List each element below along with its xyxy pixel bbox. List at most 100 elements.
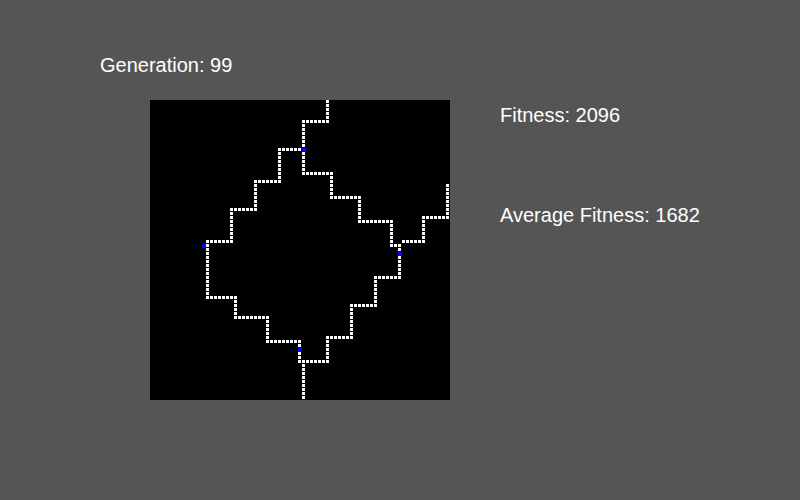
path-cell — [358, 204, 361, 207]
path-cell — [422, 232, 425, 235]
path-cell — [218, 296, 221, 299]
path-cell — [266, 324, 269, 327]
path-cell — [298, 348, 301, 351]
path-cell — [326, 100, 329, 103]
path-cell — [206, 296, 209, 299]
stat-label: Fitness: 2096 — [500, 102, 700, 128]
path-cell — [210, 296, 213, 299]
path-cell — [274, 180, 277, 183]
path-cell — [234, 316, 237, 319]
path-cell — [334, 336, 337, 339]
path-cell — [434, 216, 437, 219]
path-cell — [322, 172, 325, 175]
path-cell — [394, 276, 397, 279]
path-cell — [422, 216, 425, 219]
path-cell — [234, 316, 237, 319]
path-cell — [374, 300, 377, 303]
path-cell — [234, 304, 237, 307]
path-cell — [254, 204, 257, 207]
generation-label: Generation: 99 — [100, 52, 450, 78]
path-cell — [206, 244, 209, 247]
path-cell — [358, 220, 361, 223]
path-cell — [290, 148, 293, 151]
path-cell — [350, 304, 353, 307]
path-cell — [346, 196, 349, 199]
path-cell — [306, 120, 309, 123]
path-cell — [226, 296, 229, 299]
path-cell — [230, 208, 233, 211]
path-cell — [262, 316, 265, 319]
path-cell — [230, 236, 233, 239]
path-cell — [354, 304, 357, 307]
path-cell — [314, 120, 317, 123]
path-cell — [422, 224, 425, 227]
path-cell — [266, 332, 269, 335]
path-cell — [206, 296, 209, 299]
path-cell — [254, 192, 257, 195]
path-cell — [350, 332, 353, 335]
path-cell — [374, 284, 377, 287]
path-cell — [330, 172, 333, 175]
path-cell — [398, 256, 401, 259]
path-cell — [358, 200, 361, 203]
path-cell — [278, 152, 281, 155]
path-cell — [270, 180, 273, 183]
path-cell — [402, 240, 405, 243]
path-cell — [266, 328, 269, 331]
path-cell — [386, 276, 389, 279]
path — [302, 148, 401, 399]
path-cell — [374, 296, 377, 299]
path-cell — [374, 276, 377, 279]
path-cell — [294, 340, 297, 343]
path-cell — [282, 340, 285, 343]
path-cell — [330, 180, 333, 183]
path-cell — [398, 244, 401, 247]
path-cell — [446, 216, 449, 219]
path-cell — [322, 120, 325, 123]
path-cell — [314, 360, 317, 363]
path-cell — [258, 180, 261, 183]
path-cell — [302, 172, 305, 175]
path-cell — [430, 216, 433, 219]
path-cell — [358, 196, 361, 199]
path-cell — [390, 236, 393, 239]
path-cell — [446, 204, 449, 207]
path-cell — [350, 308, 353, 311]
path-cell — [206, 288, 209, 291]
path-cell — [278, 180, 281, 183]
path-cell — [278, 176, 281, 179]
path-cell — [422, 216, 425, 219]
path-cell — [326, 120, 329, 123]
path-cell — [358, 208, 361, 211]
path-cell — [446, 216, 449, 219]
path-cell — [330, 188, 333, 191]
path-cell — [206, 260, 209, 263]
path-cell — [350, 316, 353, 319]
path-cell — [302, 148, 305, 151]
path-cell — [270, 340, 273, 343]
path-cell — [302, 148, 305, 151]
path-cell — [326, 120, 329, 123]
path-cell — [298, 344, 301, 347]
path-cell — [254, 200, 257, 203]
path-cell — [342, 196, 345, 199]
path-cell — [390, 220, 393, 223]
path-cell — [414, 240, 417, 243]
path-cell — [398, 276, 401, 279]
path-cell — [354, 196, 357, 199]
path-cell — [302, 136, 305, 139]
path-cell — [390, 244, 393, 247]
stat-label: Average Fitness: 1682 — [500, 202, 700, 228]
path-cell — [390, 228, 393, 231]
path-cell — [310, 360, 313, 363]
path-cell — [278, 340, 281, 343]
path-cell — [302, 376, 305, 379]
path-cell — [206, 264, 209, 267]
path-cell — [366, 304, 369, 307]
path-cell — [206, 256, 209, 259]
path-cell — [386, 220, 389, 223]
path — [206, 100, 329, 363]
path-cell — [234, 312, 237, 315]
path-cell — [302, 164, 305, 167]
path-cell — [398, 264, 401, 267]
